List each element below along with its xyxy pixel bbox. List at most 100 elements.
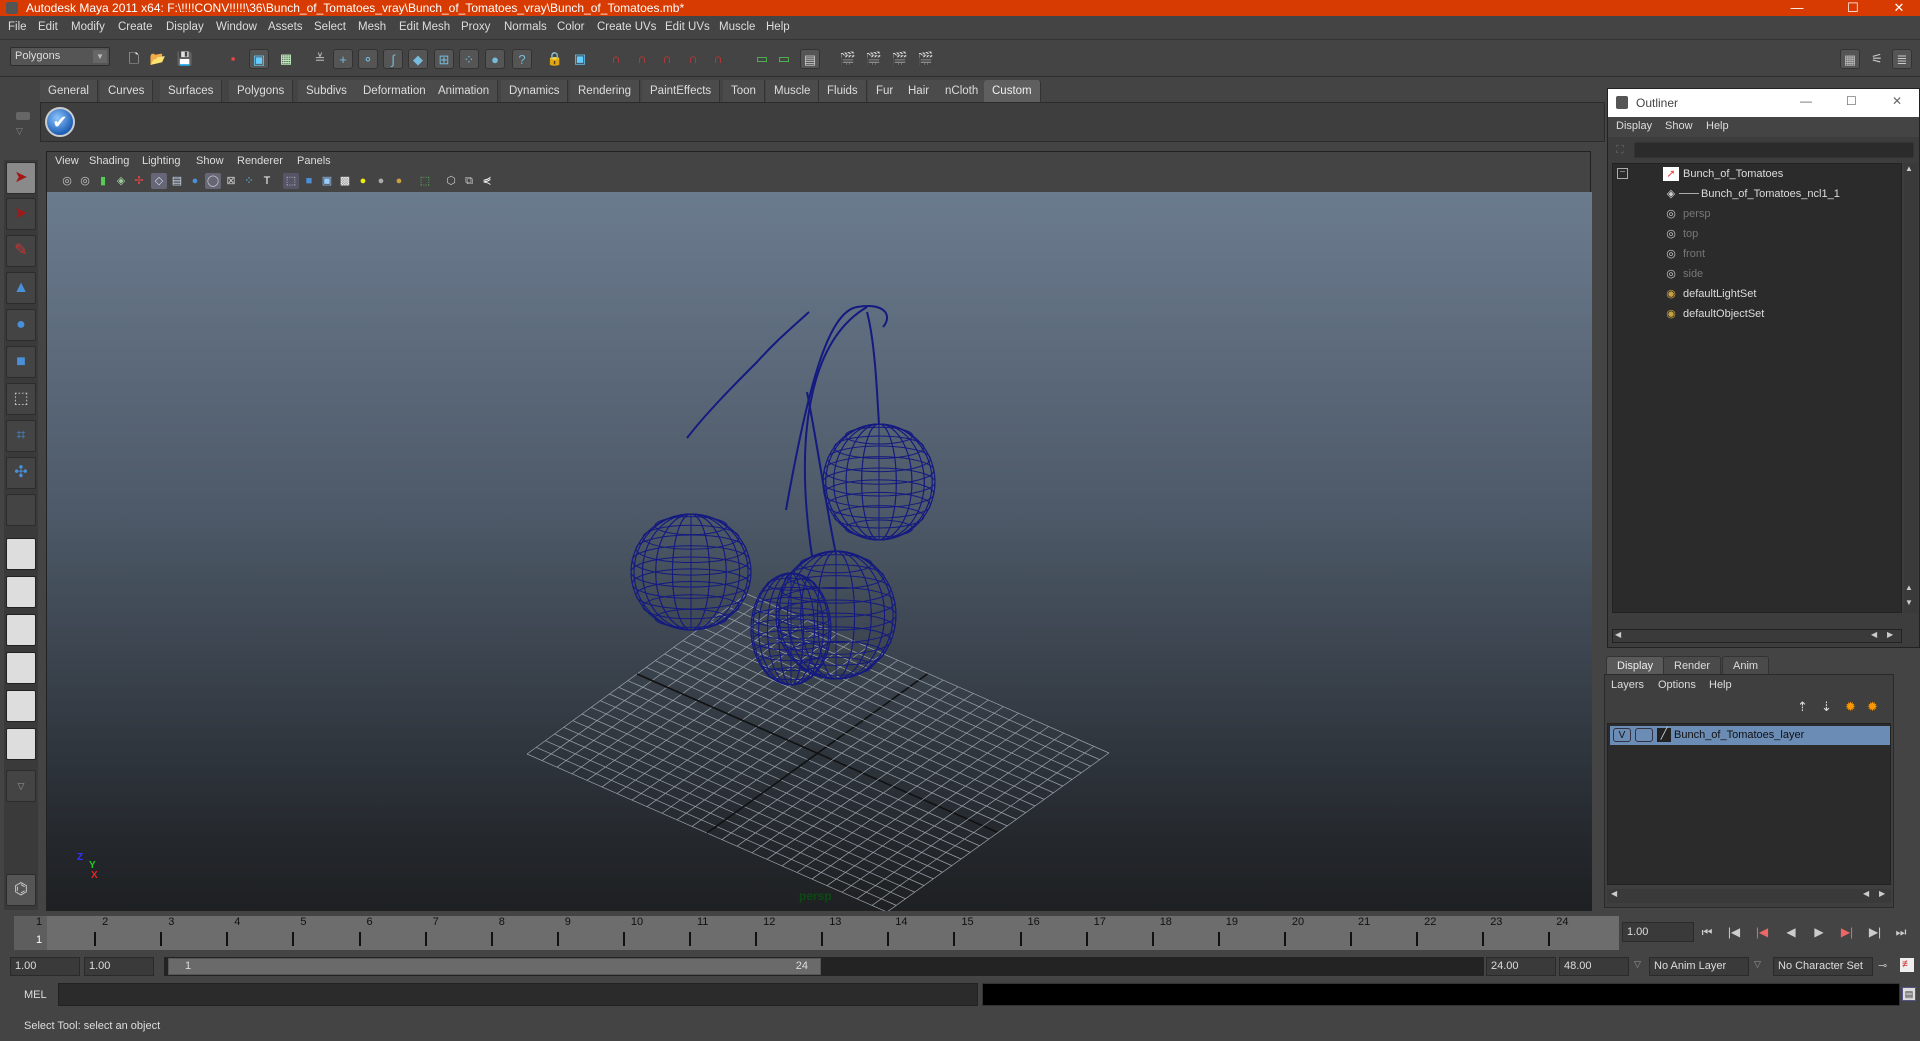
universal-manipulator-icon[interactable]: ⬚ bbox=[6, 383, 36, 415]
select-camera-icon[interactable]: ◎ bbox=[59, 173, 75, 189]
menu-create[interactable]: Create bbox=[118, 21, 153, 33]
persp-graph-layout-icon[interactable] bbox=[6, 652, 36, 684]
grid-icon[interactable]: ◇ bbox=[151, 173, 167, 189]
menu-edit-uvs[interactable]: Edit UVs bbox=[665, 21, 710, 33]
select-deformations-icon[interactable]: ⊞ bbox=[434, 49, 454, 69]
more-layouts-icon[interactable]: ▽ bbox=[6, 770, 36, 802]
outliner-item[interactable]: ◉ defaultObjectSet bbox=[1613, 304, 1901, 324]
character-set-dropdown-icon[interactable]: ▽ bbox=[1754, 959, 1761, 970]
snap-to-curve-icon[interactable]: ∩ bbox=[632, 49, 652, 69]
select-surfaces-icon[interactable]: ◆ bbox=[408, 49, 428, 69]
hypershade-icon[interactable]: 🎬 bbox=[916, 49, 936, 69]
history-output-icon[interactable]: ▭ bbox=[774, 49, 794, 69]
tab-rendering[interactable]: Rendering bbox=[570, 80, 641, 102]
menu-create-uvs[interactable]: Create UVs bbox=[597, 21, 656, 33]
anim-layer-dropdown-icon[interactable]: ▽ bbox=[1634, 959, 1641, 970]
select-dynamics-icon[interactable]: ⁘ bbox=[459, 49, 479, 69]
outliner-item[interactable]: ◎ persp bbox=[1613, 204, 1901, 224]
shadows-icon[interactable]: ● bbox=[373, 173, 389, 189]
select-curves-icon[interactable]: ∫ bbox=[383, 49, 403, 69]
playback-end-field[interactable]: 24.00 bbox=[1486, 957, 1556, 976]
play-backwards-icon[interactable]: ◀ bbox=[1782, 924, 1800, 940]
menu-edit[interactable]: Edit bbox=[38, 21, 58, 33]
select-joints-icon[interactable]: ⚬ bbox=[358, 49, 378, 69]
minimize-button[interactable]: — bbox=[1782, 0, 1812, 16]
outliner-item[interactable]: ➚ Bunch_of_Tomatoes bbox=[1613, 164, 1901, 184]
lasso-tool-icon[interactable]: ➤ bbox=[6, 198, 36, 230]
layer-color-swatch[interactable]: ╱ bbox=[1657, 728, 1671, 742]
make-live-icon[interactable]: ∩ bbox=[708, 49, 728, 69]
xray-joints-icon[interactable]: ⧉ bbox=[461, 173, 477, 189]
tab-toon[interactable]: Toon bbox=[723, 80, 765, 102]
layer-tab-render[interactable]: Render bbox=[1663, 656, 1722, 674]
animation-start-field[interactable]: 1.00 bbox=[10, 957, 80, 976]
anim-layer-field[interactable]: No Anim Layer bbox=[1649, 957, 1749, 976]
tab-muscle[interactable]: Muscle bbox=[766, 80, 820, 102]
select-handles-icon[interactable]: + bbox=[333, 49, 353, 69]
xray-icon[interactable]: ⬡ bbox=[443, 173, 459, 189]
resolution-gate-icon[interactable]: ● bbox=[187, 173, 203, 189]
last-used-tool-slot[interactable] bbox=[6, 494, 36, 526]
playback-start-field[interactable]: 1.00 bbox=[84, 957, 154, 976]
go-to-end-icon[interactable]: ⏭ bbox=[1892, 924, 1910, 940]
layer-tab-anim[interactable]: Anim bbox=[1722, 656, 1770, 674]
construction-history-icon[interactable]: ▤ bbox=[800, 49, 820, 69]
channel-box-layer-editor-icon[interactable]: ≣ bbox=[1892, 49, 1912, 69]
maximize-button[interactable]: ☐ bbox=[1838, 0, 1868, 16]
layer-horizontal-scrollbar[interactable]: ◀ ◀ ▶ bbox=[1607, 889, 1891, 903]
shelf-tab-menu-icon[interactable] bbox=[16, 112, 30, 120]
menu-window[interactable]: Window bbox=[216, 21, 257, 33]
select-by-hierarchy-icon[interactable]: ▪ bbox=[223, 49, 243, 69]
outliner-vertical-scrollbar[interactable]: ▲ ▲ ▼ bbox=[1904, 163, 1918, 613]
move-layer-down-icon[interactable]: ⇣ bbox=[1821, 699, 1832, 715]
menu-set-selector[interactable]: Polygons ▼ bbox=[10, 47, 110, 66]
current-frame-field[interactable]: 1.00 bbox=[1622, 922, 1694, 942]
tab-surfaces[interactable]: Surfaces bbox=[160, 80, 223, 102]
animation-end-field[interactable]: 48.00 bbox=[1559, 957, 1629, 976]
step-back-frame-icon[interactable]: |◀ bbox=[1753, 924, 1771, 940]
outliner-item[interactable]: ◉ defaultLightSet bbox=[1613, 284, 1901, 304]
menu-edit-mesh[interactable]: Edit Mesh bbox=[399, 21, 450, 33]
layer-tab-display[interactable]: Display bbox=[1606, 656, 1665, 674]
isolate-select-icon[interactable]: ⬚ bbox=[417, 173, 433, 189]
step-back-key-icon[interactable]: |◀ bbox=[1725, 924, 1743, 940]
two-d-pan-zoom-icon[interactable]: ✢ bbox=[131, 173, 147, 189]
outliner-horizontal-scrollbar[interactable]: ◀ ◀ ▶ bbox=[1612, 629, 1902, 643]
command-language-label[interactable]: MEL bbox=[24, 989, 47, 1001]
attribute-editor-icon[interactable]: ▦ bbox=[1840, 49, 1860, 69]
select-by-component-type-icon[interactable]: ▦ bbox=[276, 49, 296, 69]
layer-row[interactable]: V ╱ Bunch_of_Tomatoes_layer bbox=[1610, 726, 1890, 745]
layer-menu-help[interactable]: Help bbox=[1709, 679, 1732, 691]
paint-select-tool-icon[interactable]: ✎ bbox=[6, 235, 36, 267]
outliner-menu-display[interactable]: Display bbox=[1616, 120, 1652, 132]
viewport-menu-view[interactable]: View bbox=[55, 155, 79, 167]
tab-subdivs[interactable]: Subdivs bbox=[298, 80, 356, 102]
tab-animation[interactable]: Animation bbox=[430, 80, 499, 102]
snap-to-point-icon[interactable]: ∩ bbox=[657, 49, 677, 69]
menu-display[interactable]: Display bbox=[166, 21, 204, 33]
scroll-up-icon[interactable]: ▲ bbox=[1905, 164, 1913, 173]
scroll-right-icon[interactable]: ▶ bbox=[1887, 630, 1893, 639]
wireframe-on-shaded-icon[interactable]: ▣ bbox=[319, 173, 335, 189]
tab-fur[interactable]: Fur bbox=[868, 80, 903, 102]
open-scene-icon[interactable]: 📂 bbox=[148, 49, 168, 69]
menu-normals[interactable]: Normals bbox=[504, 21, 547, 33]
time-slider[interactable]: 1 1 2 3 4 5 6 7 8 9 10 11 12 13 14 15 16 17 18 19 20 21 22 23 2… bbox=[14, 916, 1619, 950]
persp-trax-graph-layout-icon[interactable] bbox=[6, 728, 36, 760]
create-empty-layer-icon[interactable]: ✹ bbox=[1845, 699, 1856, 715]
animation-preferences-icon[interactable]: ≢ bbox=[1900, 958, 1914, 972]
tab-ncloth[interactable]: nCloth bbox=[937, 80, 988, 102]
scroll-down-icon[interactable]: ▼ bbox=[1905, 598, 1913, 607]
highlight-selection-icon[interactable]: ▣ bbox=[570, 49, 590, 69]
snap-to-view-plane-icon[interactable]: ∩ bbox=[683, 49, 703, 69]
image-plane-icon[interactable]: ◈ bbox=[113, 173, 129, 189]
layer-menu-options[interactable]: Options bbox=[1658, 679, 1696, 691]
scroll-up-icon[interactable]: ▲ bbox=[1905, 583, 1913, 592]
single-perspective-layout-icon[interactable] bbox=[6, 538, 36, 570]
move-tool-icon[interactable]: ▲ bbox=[6, 272, 36, 304]
auto-key-icon[interactable]: ⊸ bbox=[1878, 959, 1887, 972]
lock-selection-icon[interactable]: 🔒 bbox=[545, 49, 565, 69]
scale-tool-icon[interactable]: ■ bbox=[6, 346, 36, 378]
menu-modify[interactable]: Modify bbox=[71, 21, 105, 33]
menu-proxy[interactable]: Proxy bbox=[461, 21, 490, 33]
